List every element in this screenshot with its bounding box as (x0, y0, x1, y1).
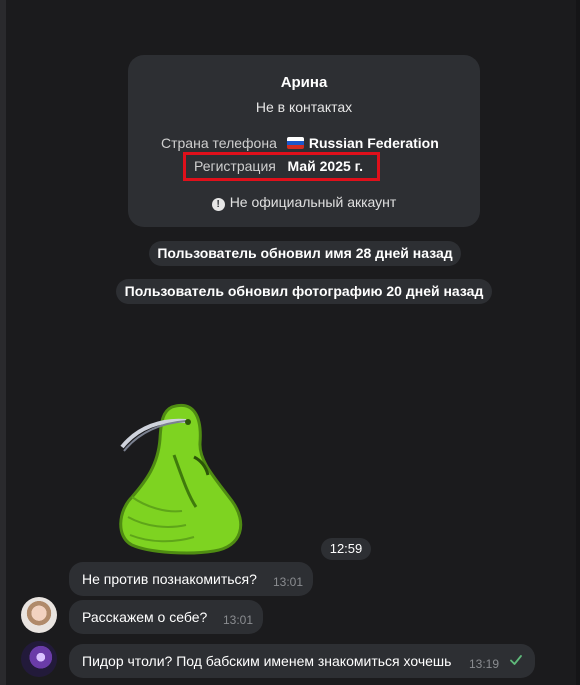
exclamation-icon: ! (211, 198, 225, 211)
profile-info-card: Арина Не в контактах Страна телефона Russ… (128, 55, 480, 227)
message-bubble[interactable]: Расскажем о себе? 13:01 (69, 600, 263, 634)
avatar-arina[interactable] (21, 597, 57, 633)
phone-country-row: Страна телефона Russian Federation (161, 135, 439, 151)
sticker-timestamp: 12:59 (321, 538, 371, 560)
message-text: Расскажем о себе? (82, 609, 208, 625)
message-text: Пидор чтоли? Под бабским именем знакомит… (82, 653, 452, 669)
message-time: 13:19 (469, 657, 500, 671)
registration-highlight-box (183, 152, 380, 181)
phone-country-label: Страна телефона (161, 135, 277, 151)
scrollbar-track[interactable] (576, 0, 580, 685)
message-bubble[interactable]: Не против познакомиться? 13:01 (69, 562, 313, 596)
official-status-row: ! Не официальный аккаунт (128, 194, 480, 211)
message-time: 13:01 (273, 575, 304, 589)
profile-name[interactable]: Арина (128, 74, 480, 91)
phone-country-value: Russian Federation (308, 135, 439, 151)
message-text: Не против познакомиться? (82, 571, 257, 587)
official-status-text: Не официальный аккаунт (229, 194, 397, 210)
left-panel-edge (0, 0, 6, 685)
contact-status: Не в контактах (255, 99, 353, 115)
russia-flag-icon (286, 137, 304, 149)
message-bubble-outgoing[interactable]: Пидор чтоли? Под бабским именем знакомит… (69, 644, 535, 678)
sent-check-icon (510, 655, 522, 665)
avatar-self[interactable] (21, 641, 57, 677)
pear-sticker[interactable] (110, 395, 250, 555)
message-time: 13:01 (223, 613, 254, 627)
service-message-name-change: Пользователь обновил имя 28 дней назад (149, 241, 461, 266)
service-message-photo-change: Пользователь обновил фотографию 20 дней … (116, 279, 492, 304)
